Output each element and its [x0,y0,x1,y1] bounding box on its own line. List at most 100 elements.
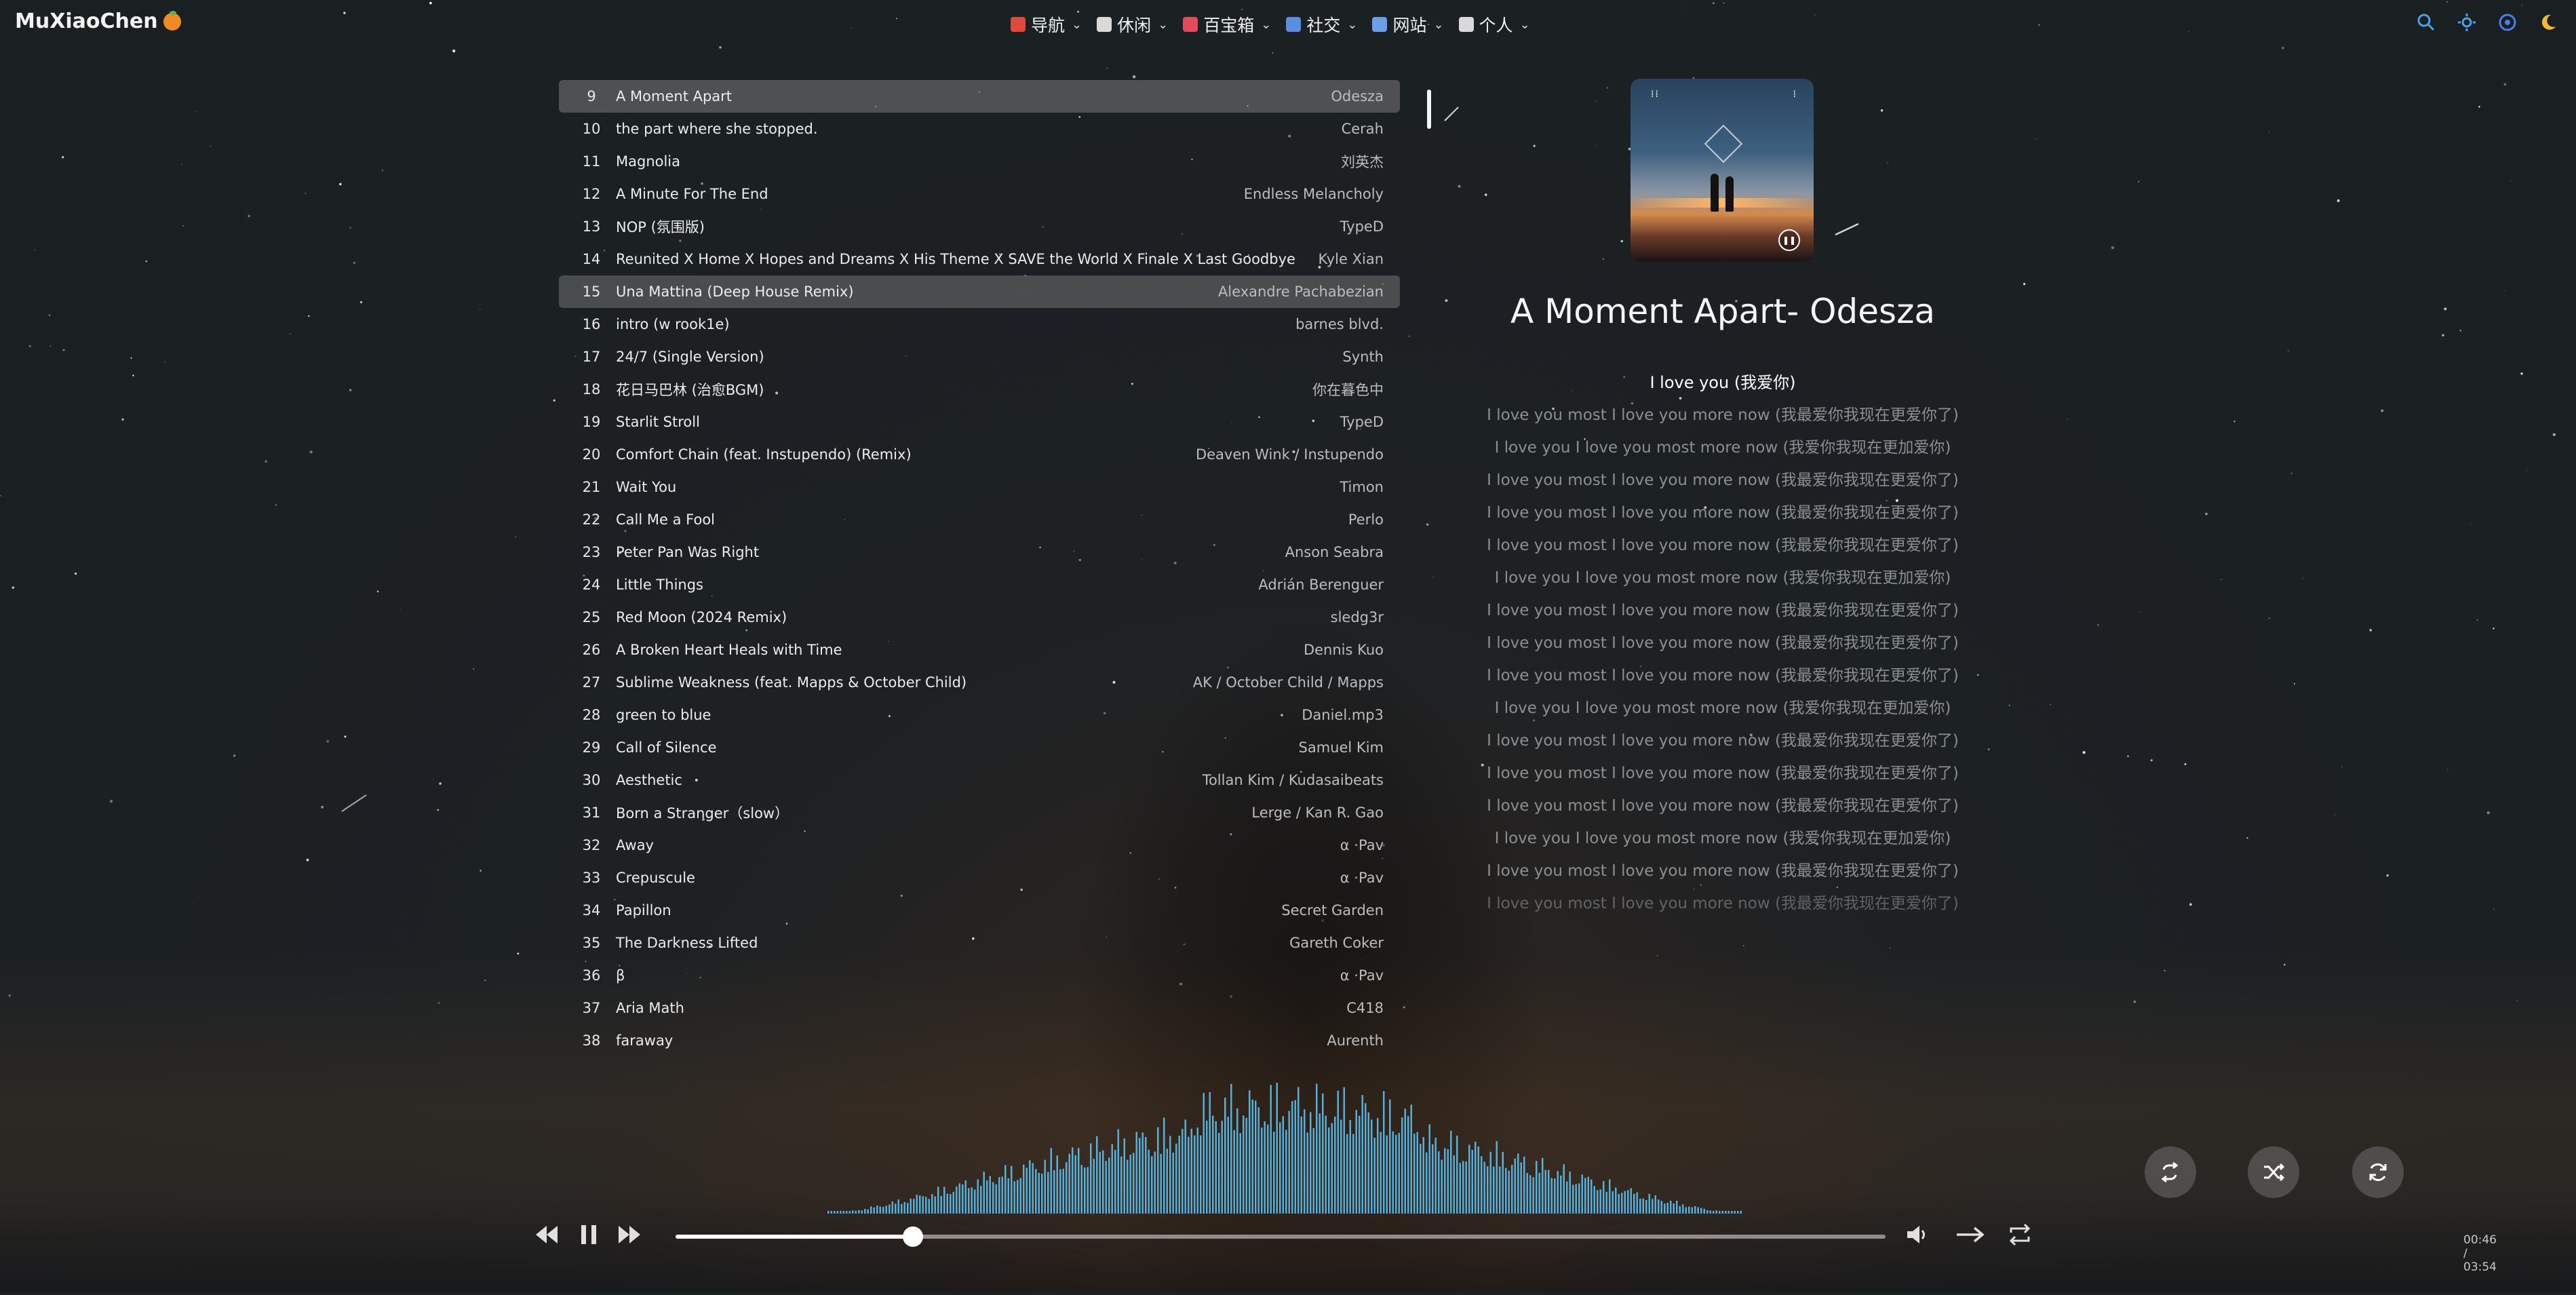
track-artist: AK / October Child / Mapps [1192,674,1384,691]
playlist-row[interactable]: 18 花日马巴林 (治愈BGM) 你在暮色中 [559,373,1400,406]
playlist-row[interactable]: 30 Aesthetic Tollan Kim / Kudasaibeats [559,764,1400,796]
track-title: the part where she stopped. [616,121,818,137]
playlist-row[interactable]: 16 intro (w rook1e) barnes blvd. [559,308,1400,341]
playlist-row[interactable]: 23 Peter Pan Was Right Anson Seabra [559,536,1400,568]
track-title: Sublime Weakness (feat. Mapps & October … [616,674,967,691]
playlist-row[interactable]: 21 Wait You Timon [559,471,1400,503]
playlist-row[interactable]: 20 Comfort Chain (feat. Instupendo) (Remi… [559,438,1400,471]
playlist-row[interactable]: 38 faraway Aurenth [559,1024,1400,1057]
track-title: Starlit Stroll [616,414,700,430]
playlist-row[interactable]: 11 Magnolia 刘英杰 [559,145,1400,178]
loop-button[interactable] [2005,1214,2035,1255]
track-artist: TypeD [1340,414,1384,430]
track-title: Peter Pan Was Right [616,544,760,560]
playlist-row[interactable]: 37 Aria Math C418 [559,992,1400,1024]
track-artist: barnes blvd. [1295,316,1384,332]
playlist-row[interactable]: 26 A Broken Heart Heals with Time Dennis K… [559,634,1400,666]
progress-bar[interactable]: 00:46 / 03:54 [676,1226,2497,1274]
play-order-button[interactable] [1953,1214,1987,1255]
chevron-down-icon: ⌄ [1347,17,1358,32]
track-artist: Adrián Berenguer [1258,577,1384,593]
playlist-row[interactable]: 25 Red Moon (2024 Remix) sledg3r [559,601,1400,634]
track-title: Red Moon (2024 Remix) [616,609,787,625]
track-number: 15 [582,284,601,300]
track-artist: Anson Seabra [1285,544,1384,560]
playlist-row[interactable]: 34 Papillon Secret Garden [559,894,1400,927]
navigation-icon [1011,17,1026,32]
nav-label: 休闲 [1117,16,1152,35]
track-artist: Deaven Wink / Instupendo [1195,446,1384,463]
track-title: Papillon [616,902,671,919]
site-logo[interactable]: MuXiaoChen [15,9,181,33]
shuffle-button[interactable] [2248,1146,2299,1198]
playlist-row[interactable]: 10 the part where she stopped. Cerah [559,113,1400,145]
playlist-row[interactable]: 31 Born a Stranger（slow） Lerge / Kan R. Ga… [559,796,1400,829]
cover-pause-icon[interactable]: ❚❚ [1778,229,1800,251]
playlist-row[interactable]: 28 green to blue Daniel.mp3 [559,699,1400,731]
playlist-row[interactable]: 33 Crepuscule α ·Pav [559,862,1400,894]
playlist-row[interactable]: 32 Away α ·Pav [559,829,1400,862]
playlist-row[interactable]: 12 A Minute For The End Endless Melancholy [559,178,1400,210]
playlist-row[interactable]: 36 β α ·Pav [559,959,1400,992]
nav-item-0[interactable]: 导航 ⌄ [1011,12,1082,37]
chevron-down-icon: ⌄ [1519,17,1530,32]
track-title: A Moment Apart [616,88,733,104]
track-artist: Synth [1342,349,1384,365]
playlist-row[interactable]: 35 The Darkness Lifted Gareth Coker [559,927,1400,959]
player-bar: 00:46 / 03:54 [0,1214,2576,1274]
settings-icon[interactable] [2497,12,2518,33]
theme-icon[interactable] [2457,12,2477,33]
progress-fill [676,1235,913,1239]
pause-button[interactable] [575,1214,602,1255]
track-number: 26 [582,642,601,658]
playlist-row[interactable]: 19 Starlit Stroll TypeD [559,406,1400,438]
track-artist: α ·Pav [1340,967,1384,984]
track-number: 11 [582,153,601,170]
playlist-scrollbar[interactable] [1427,90,1431,129]
track-title: Little Things [616,577,703,593]
playlist-row[interactable]: 22 Call Me a Fool Perlo [559,503,1400,536]
previous-button[interactable] [533,1214,560,1255]
pause-icon [581,1225,596,1244]
track-artist: Timon [1340,479,1384,495]
nav-item-1[interactable]: 休闲 ⌄ [1097,12,1168,37]
track-number: 9 [587,88,596,104]
nav-item-5[interactable]: 个人 ⌄ [1458,12,1530,37]
nav-item-4[interactable]: 网站 ⌄ [1372,12,1444,37]
loop-icon [2009,1223,2031,1246]
chevron-down-icon: ⌄ [1433,17,1444,32]
track-artist: Odesza [1331,88,1384,104]
lyric-line: I love you I love you most more now (我爱你… [1494,569,1951,587]
refresh-button[interactable] [2352,1146,2404,1198]
lyric-line: I love you I love you most more now (我爱你… [1494,699,1951,717]
playlist-row[interactable]: 24 Little Things Adrián Berenguer [559,568,1400,601]
track-number: 28 [582,707,601,723]
playlist-row[interactable]: 9 A Moment Apart Odesza [559,80,1400,113]
playlist-row[interactable]: 15 Una Mattina (Deep House Remix) Alexandr… [559,275,1400,308]
playlist-row[interactable]: 14 Reunited X Home X Hopes and Dreams X H… [559,243,1400,275]
search-icon[interactable] [2416,12,2436,33]
track-artist: Perlo [1348,511,1384,528]
nav-item-2[interactable]: 百宝箱 ⌄ [1183,12,1271,37]
moon-icon[interactable] [2538,12,2558,33]
track-title: β [616,967,625,984]
cover-figure-right [1725,176,1734,212]
next-button[interactable] [616,1214,643,1255]
playlist-row[interactable]: 27 Sublime Weakness (feat. Mapps & Octobe… [559,666,1400,699]
track-artist: α ·Pav [1340,837,1384,853]
repeat-button[interactable] [2145,1146,2196,1198]
track-number: 35 [582,935,601,951]
playlist-row[interactable]: 29 Call of Silence Samuel Kim [559,731,1400,764]
volume-icon [1907,1226,1925,1243]
previous-icon [536,1226,558,1243]
chevron-down-icon: ⌄ [1158,17,1169,32]
volume-button[interactable] [1905,1214,1932,1255]
track-title: Una Mattina (Deep House Remix) [616,284,854,300]
playlist-row[interactable]: 13 NOP (氛围版) TypeD [559,210,1400,243]
track-number: 31 [582,805,601,821]
track-number: 27 [582,674,601,691]
album-cover[interactable]: ⁞⁞ ⁞ ❚❚ [1631,79,1814,262]
playlist-row[interactable]: 17 24/7 (Single Version) Synth [559,341,1400,373]
nav-item-3[interactable]: 社交 ⌄ [1286,12,1357,37]
progress-knob[interactable] [902,1226,923,1247]
